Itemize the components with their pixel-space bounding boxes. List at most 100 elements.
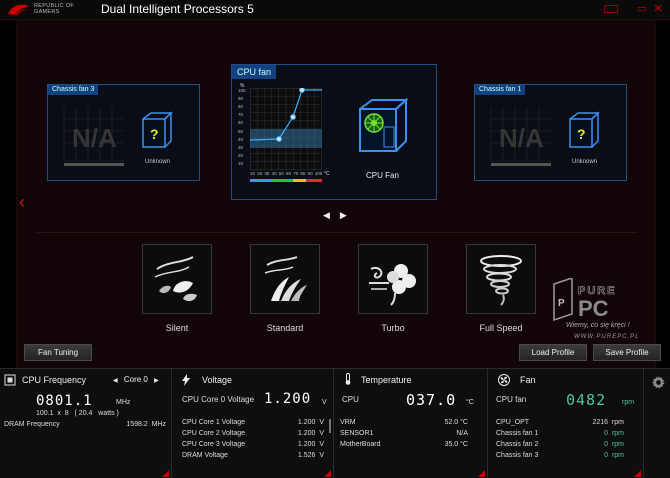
core-select-value: Core 0 (123, 375, 148, 384)
grass-icon (264, 256, 307, 301)
y-tick-labels: 100 90 80 70 60 50 40 30 20 10 (238, 88, 250, 170)
fan-curve-plot[interactable] (250, 88, 322, 170)
thermometer-icon (345, 373, 351, 385)
x-tick-label: 60 (286, 171, 292, 176)
status-row-label: VRM (340, 419, 356, 426)
x-tick-label: 30 (264, 171, 270, 176)
status-row-label: Chassis fan 3 (496, 452, 539, 459)
temperature-title: Temperature (361, 375, 412, 385)
chassis-fan-3-label: Chassis fan 3 (48, 85, 99, 95)
expand-corner-icon[interactable] (162, 470, 169, 477)
status-row-label: Chassis fan 2 (496, 441, 539, 448)
silent-mode-label: Silent (165, 323, 189, 333)
core-select-next-icon[interactable]: ▶ (154, 378, 159, 384)
expand-corner-icon[interactable] (324, 470, 331, 477)
mode-standard[interactable]: Standard (250, 244, 320, 333)
app-title: Dual Intelligent Processors 5 (101, 2, 254, 16)
fan-xpert-area: ‹ Chassis fan 3 N/A ? Unknown CPU fan % (16, 20, 656, 368)
title-bar: REPUBLIC OF GAMERS Dual Intelligent Proc… (0, 0, 670, 20)
fan-main-label: CPU fan (496, 395, 527, 404)
settings-indicator[interactable] (604, 5, 618, 13)
voltage-section[interactable]: Voltage CPU Core 0 Voltage 1.200 V CPU C… (172, 369, 334, 478)
status-row-value: 1.526 V (297, 452, 324, 459)
core-select-dropdown[interactable]: ◀ Core 0 ▶ (113, 375, 167, 386)
expand-corner-icon[interactable] (634, 470, 641, 477)
next-fan-arrow-icon[interactable]: ▶ (340, 210, 347, 221)
wind-flower-icon (369, 264, 416, 306)
x-tick-label: 40 (271, 171, 277, 176)
brand-line-2: GAMERS (34, 9, 60, 15)
status-row: CPU Core 1 Voltage 1.200 V (182, 419, 324, 426)
status-row-value: 1.200 V (297, 430, 324, 437)
minimize-button[interactable]: ▭ (636, 3, 648, 15)
fan-main-value: 0482 (566, 391, 607, 409)
cpu-frequency-title: CPU Frequency (22, 375, 87, 385)
status-row-value: 35.0 °C (444, 441, 468, 448)
expand-corner-icon[interactable] (478, 470, 485, 477)
curve-point-1[interactable] (276, 136, 282, 142)
x-tick-label: 90 (307, 171, 313, 176)
silent-mode-button[interactable] (142, 244, 212, 314)
close-button[interactable]: ✕ (652, 3, 664, 15)
voltage-scrollbar[interactable] (329, 419, 331, 433)
voltage-main-unit: V (322, 399, 327, 406)
unknown-device-icon: ? (569, 111, 600, 148)
status-row-label: CPU Core 1 Voltage (182, 419, 246, 426)
x-axis-label: °C (324, 171, 330, 177)
turbo-mode-button[interactable] (358, 244, 428, 314)
status-row-value: 0 rpm (604, 430, 624, 437)
chassis-fan-3-device: Unknown (145, 159, 171, 165)
save-profile-button[interactable]: Save Profile (593, 344, 661, 361)
chassis-fan-1-device: Unknown (572, 159, 598, 165)
cpu-frequency-section[interactable]: CPU Frequency ◀ Core 0 ▶ 0801.1 MHz 100.… (0, 369, 172, 478)
status-row: SENSOR1 N/A (340, 430, 468, 437)
svg-text:?: ? (150, 126, 159, 142)
chassis-fan-1-panel[interactable]: Chassis fan 1 N/A ? Unknown (474, 84, 627, 181)
nav-left-arrow-icon[interactable]: ‹ (19, 192, 25, 213)
fan-tuning-button[interactable]: Fan Tuning (24, 344, 92, 361)
core-select-prev-icon[interactable]: ◀ (113, 378, 118, 384)
standard-mode-button[interactable] (250, 244, 320, 314)
previous-fan-arrow-icon[interactable]: ◀ (323, 210, 330, 221)
status-row-label: DRAM Voltage (182, 452, 228, 459)
fan-section[interactable]: Fan CPU fan 0482 rpm CPU_OPT 2216 rpm Chas… (488, 369, 644, 478)
mode-full-speed[interactable]: Full Speed (466, 244, 536, 333)
temperature-section[interactable]: Temperature CPU 037.0 °C VRM 52.0 °C SENSO… (334, 369, 488, 478)
status-row-value: 0 rpm (604, 452, 624, 459)
purepc-logo: P PURE PC (553, 276, 615, 322)
status-row-label: CPU_OPT (496, 419, 530, 426)
y-tick-label: 90 (238, 96, 244, 102)
temperature-main-unit: °C (466, 399, 474, 406)
settings-gear-icon[interactable] (651, 375, 666, 390)
x-tick-label: 100 (314, 171, 323, 176)
chassis-fan-3-panel[interactable]: Chassis fan 3 N/A ? Unknown (47, 84, 200, 181)
mode-silent[interactable]: Silent (142, 244, 212, 333)
dram-frequency-value: 1598.2 MHz (126, 421, 166, 428)
load-profile-button[interactable]: Load Profile (519, 344, 587, 361)
y-tick-label: 40 (238, 136, 244, 142)
chassis-fan-3-status: N/A (72, 123, 117, 153)
curve-point-3[interactable] (299, 88, 305, 93)
full-speed-mode-button[interactable] (466, 244, 536, 314)
temperature-main-value: 037.0 (406, 391, 457, 409)
voltage-main-value: 1.200 (264, 391, 312, 407)
cpu-fan-panel[interactable]: CPU fan % 100 90 80 70 60 50 40 30 20 10 10 20 30 40… (231, 64, 437, 200)
standard-mode-label: Standard (266, 323, 304, 333)
target-range-band (250, 129, 322, 148)
mode-turbo[interactable]: Turbo (358, 244, 428, 333)
turbo-mode-label: Turbo (381, 323, 405, 333)
cpu-fan-device-icon (359, 97, 409, 152)
y-tick-label: 70 (238, 112, 244, 118)
cpu-frequency-detail: 100.1 x 8 ( 20.4 watts ) (36, 410, 119, 417)
fan-icon (498, 374, 510, 386)
svg-text:?: ? (577, 126, 586, 142)
x-tick-label: 20 (257, 171, 263, 176)
leaf-icon (154, 256, 197, 302)
x-tick-label: 70 (293, 171, 299, 176)
chassis-fan-1-status: N/A (499, 123, 544, 153)
cpu-fan-device: CPU Fan (366, 171, 399, 180)
y-tick-label: 100 (238, 88, 246, 93)
curve-point-2[interactable] (290, 114, 296, 120)
y-tick-label: 60 (238, 120, 244, 126)
section-divider (37, 232, 637, 233)
